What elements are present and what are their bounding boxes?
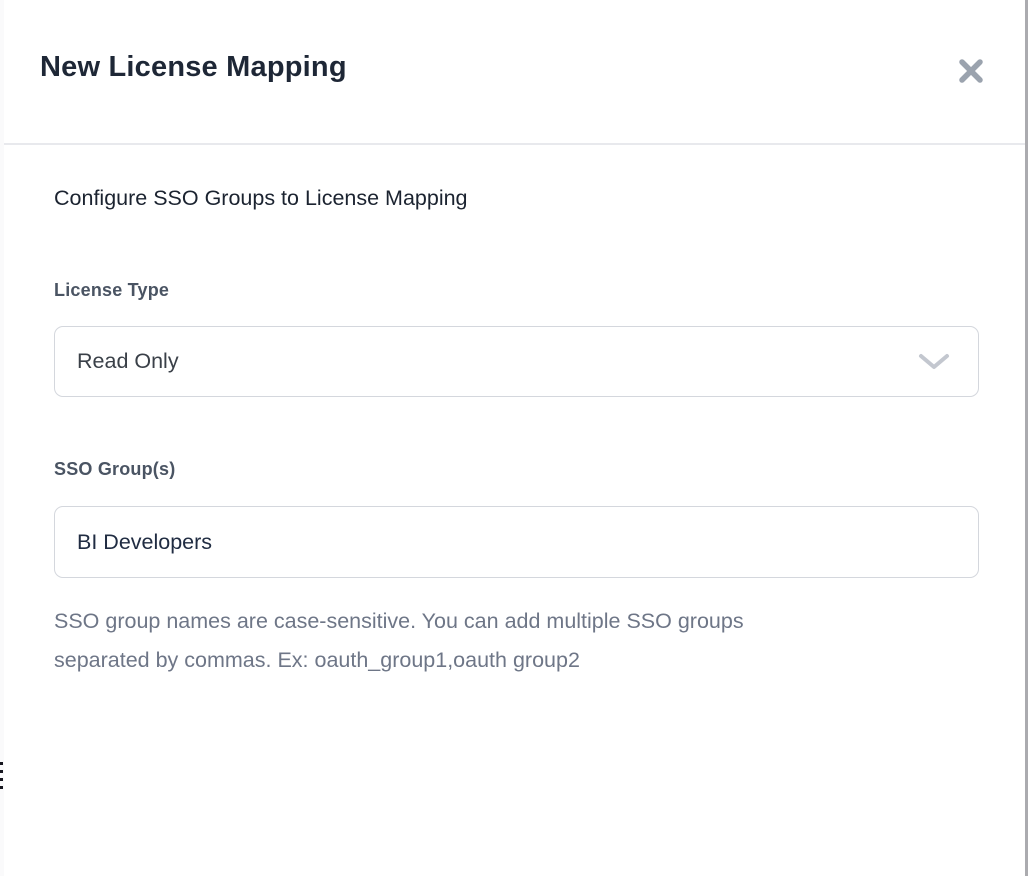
new-license-mapping-dialog: New License Mapping Configure SSO Groups… — [4, 0, 1028, 876]
header-divider — [4, 143, 1025, 145]
dash — [0, 778, 3, 781]
sso-groups-label: SSO Group(s) — [54, 459, 175, 480]
help-line-1: SSO group names are case-sensitive. You … — [54, 602, 954, 641]
license-type-label: License Type — [54, 280, 169, 301]
license-type-selected-value: Read Only — [55, 349, 918, 374]
license-type-select[interactable]: Read Only — [54, 326, 979, 397]
close-button[interactable] — [956, 56, 986, 86]
dash — [0, 762, 3, 765]
sso-groups-input[interactable] — [54, 506, 979, 578]
dash — [0, 786, 3, 789]
dialog-subtitle: Configure SSO Groups to License Mapping — [54, 186, 468, 211]
x-icon — [957, 57, 985, 85]
sso-groups-help-text: SSO group names are case-sensitive. You … — [54, 602, 954, 680]
help-line-2: separated by commas. Ex: oauth_group1,oa… — [54, 641, 954, 680]
backdrop-menu-icon — [0, 762, 3, 794]
chevron-down-icon — [918, 353, 950, 371]
dialog-title: New License Mapping — [40, 51, 347, 84]
dash — [0, 770, 3, 773]
